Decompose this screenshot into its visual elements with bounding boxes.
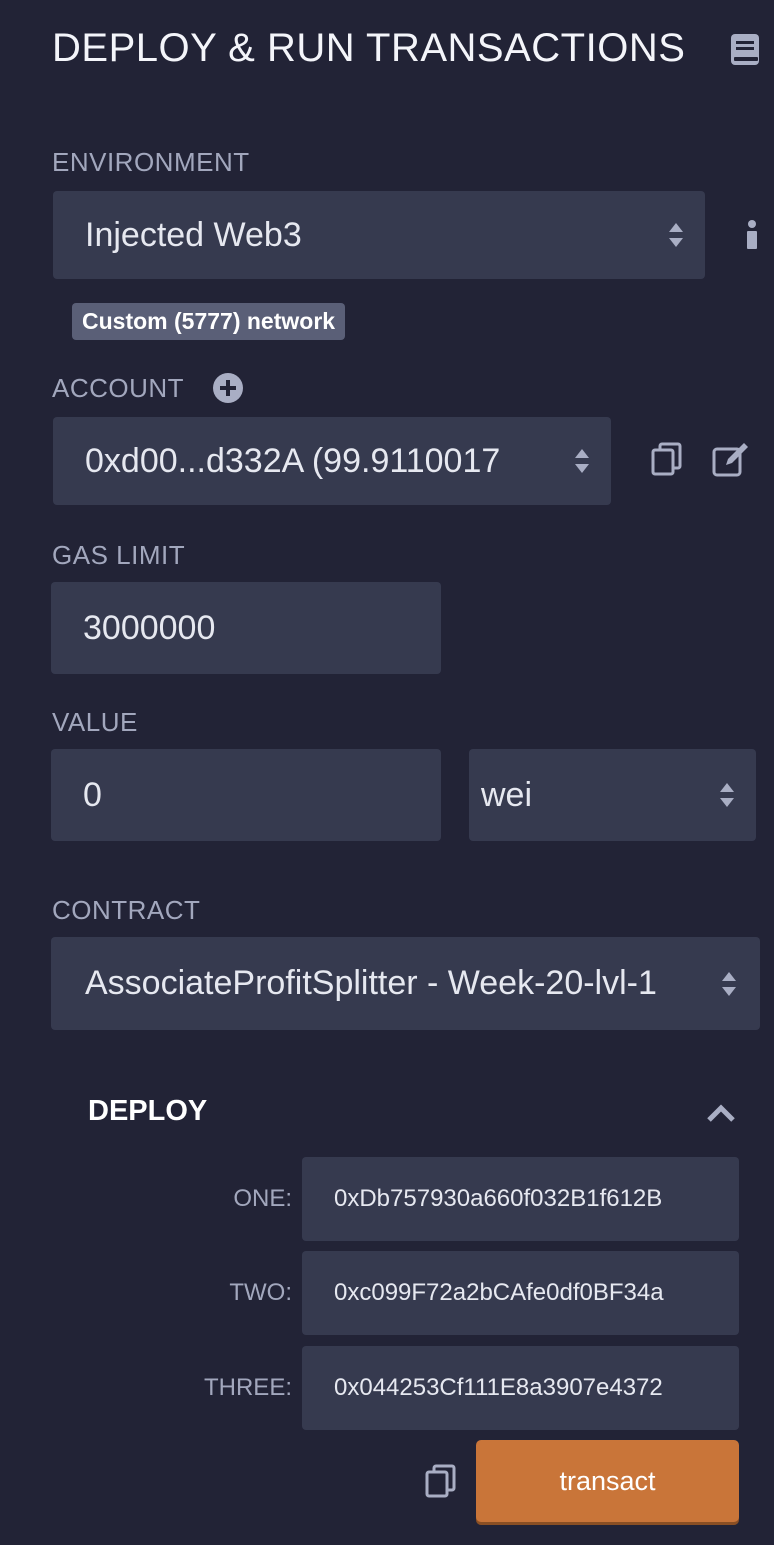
param-input-two[interactable]: 0xc099F72a2bCAfe0df0BF34a <box>302 1251 739 1335</box>
unit-select[interactable]: wei <box>469 749 756 841</box>
contract-label: CONTRACT <box>52 895 201 925</box>
transact-button[interactable]: transact <box>476 1440 739 1522</box>
value-input[interactable]: 0 <box>51 749 441 841</box>
environment-label: ENVIRONMENT <box>52 147 250 177</box>
copy-icon[interactable] <box>425 1464 457 1503</box>
environment-select[interactable]: Injected Web3 <box>53 191 705 279</box>
network-badge: Custom (5777) network <box>72 303 346 340</box>
deploy-title: DEPLOY <box>88 1095 208 1127</box>
edit-icon[interactable] <box>712 441 750 482</box>
gas-limit-input[interactable]: 3000000 <box>51 582 441 674</box>
param-label-three: THREE: <box>203 1374 292 1401</box>
unit-value: wei <box>481 775 533 814</box>
contract-value: AssociateProfitSplitter - Week-20-lvl-1 <box>85 964 657 1002</box>
info-icon[interactable] <box>744 219 760 256</box>
account-value: 0xd00...d332A (99.9110017 <box>85 441 501 480</box>
page-title: DEPLOY & RUN TRANSACTIONS <box>52 26 686 70</box>
plus-circle-icon[interactable] <box>212 372 244 409</box>
value-amount: 0 <box>83 775 102 814</box>
copy-icon[interactable] <box>651 442 683 481</box>
select-arrows-icon <box>720 783 734 807</box>
param-label-one: ONE: <box>233 1185 292 1212</box>
param-input-one[interactable]: 0xDb757930a660f032B1f612B <box>302 1157 739 1241</box>
param-label-two: TWO: <box>229 1279 292 1306</box>
book-icon[interactable] <box>729 33 761 67</box>
value-label: VALUE <box>52 707 138 737</box>
param-input-three[interactable]: 0x044253Cf111E8a3907e4372 <box>302 1346 739 1430</box>
select-arrows-icon <box>722 971 736 996</box>
contract-select[interactable]: AssociateProfitSplitter - Week-20-lvl-1 <box>51 937 760 1030</box>
environment-value: Injected Web3 <box>85 215 302 254</box>
gas-limit-value: 3000000 <box>83 608 216 647</box>
account-label: ACCOUNT <box>52 373 185 403</box>
account-select[interactable]: 0xd00...d332A (99.9110017 <box>53 417 611 505</box>
select-arrows-icon <box>575 449 589 473</box>
gas-limit-label: GAS LIMIT <box>52 540 186 570</box>
chevron-up-icon[interactable] <box>706 1103 736 1128</box>
select-arrows-icon <box>669 223 683 247</box>
